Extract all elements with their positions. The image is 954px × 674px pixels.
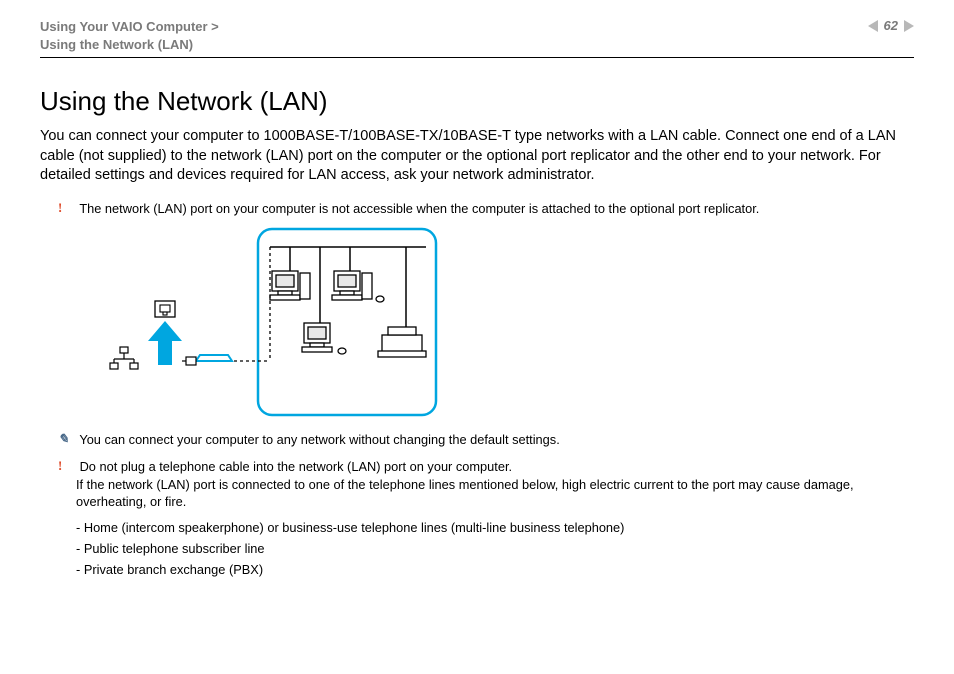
tip-note-1-text: You can connect your computer to any net… (79, 432, 559, 447)
breadcrumb-line-1: Using Your VAIO Computer > (40, 18, 219, 36)
page-title: Using the Network (LAN) (40, 86, 914, 117)
breadcrumb-line-2: Using the Network (LAN) (40, 36, 219, 54)
list-item: Public telephone subscriber line (76, 541, 914, 556)
warning-icon: ! (58, 200, 76, 217)
prev-page-icon[interactable] (868, 20, 878, 32)
page-nav: 62 (868, 18, 914, 33)
page-header: Using Your VAIO Computer > Using the Net… (40, 18, 914, 58)
warning-icon: ! (58, 458, 76, 475)
warning-note-1-text: The network (LAN) port on your computer … (79, 201, 759, 216)
tip-icon: ✎ (58, 431, 76, 448)
warning-note-2: ! Do not plug a telephone cable into the… (76, 458, 914, 510)
warning-list: Home (intercom speakerphone) or business… (76, 520, 914, 577)
page-number: 62 (884, 18, 898, 33)
list-item: Private branch exchange (PBX) (76, 562, 914, 577)
warning-note-1: ! The network (LAN) port on your compute… (76, 200, 914, 217)
intro-paragraph: You can connect your computer to 1000BAS… (40, 127, 914, 186)
breadcrumb: Using Your VAIO Computer > Using the Net… (40, 18, 219, 53)
warning-note-2-line-1: Do not plug a telephone cable into the n… (80, 459, 513, 474)
list-item: Home (intercom speakerphone) or business… (76, 520, 914, 535)
network-diagram (100, 227, 914, 417)
document-page: Using Your VAIO Computer > Using the Net… (0, 0, 954, 674)
tip-note-1: ✎ You can connect your computer to any n… (76, 431, 914, 448)
next-page-icon[interactable] (904, 20, 914, 32)
warning-note-2-line-2: If the network (LAN) port is connected t… (76, 477, 854, 509)
